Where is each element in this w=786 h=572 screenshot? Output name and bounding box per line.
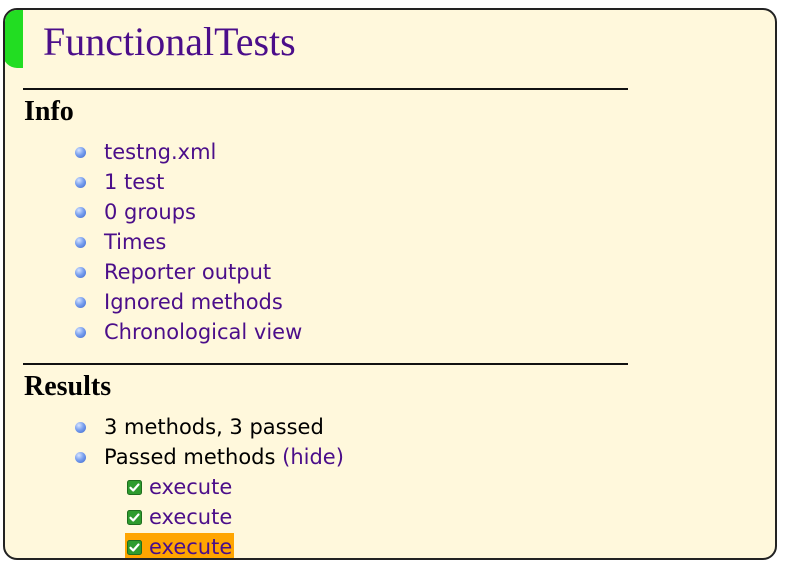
results-summary: 3 methods, 3 passed: [104, 415, 324, 439]
info-item-groups: 0 groups: [5, 197, 302, 227]
chronological-view-link[interactable]: Chronological view: [104, 320, 302, 344]
info-heading: Info: [24, 96, 74, 127]
passed-methods-item: Passed methods (hide): [5, 442, 344, 472]
checkbox-checked-icon: [127, 540, 142, 555]
groups-link[interactable]: 0 groups: [104, 200, 196, 224]
method-row: execute: [5, 472, 234, 502]
testng-xml-link[interactable]: testng.xml: [104, 140, 216, 164]
method-row: execute: [5, 532, 235, 558]
hide-passed-link[interactable]: (hide): [282, 445, 344, 469]
results-list: 3 methods, 3 passed Passed methods (hide…: [5, 412, 344, 472]
info-item-testng-xml: testng.xml: [5, 137, 302, 167]
method-link[interactable]: execute: [149, 535, 232, 558]
bullet-icon: [75, 147, 86, 158]
tests-link[interactable]: 1 test: [104, 170, 164, 194]
info-item-reporter-output: Reporter output: [5, 257, 302, 287]
info-item-chronological-view: Chronological view: [5, 317, 302, 347]
divider-info: [23, 88, 628, 90]
suite-status-bar: [5, 10, 23, 68]
method-item[interactable]: execute: [125, 503, 234, 531]
bullet-icon: [75, 422, 86, 433]
info-list: testng.xml 1 test 0 groups Times Reporte…: [5, 137, 302, 347]
bullet-icon: [75, 267, 86, 278]
reporter-output-link[interactable]: Reporter output: [104, 260, 271, 284]
checkbox-checked-icon: [127, 510, 142, 525]
info-item-ignored-methods: Ignored methods: [5, 287, 302, 317]
passed-methods-label: Passed methods: [104, 445, 276, 469]
passed-methods-list: execute execute execute: [5, 472, 235, 558]
divider-results: [23, 363, 628, 365]
method-item[interactable]: execute: [125, 473, 234, 501]
suite-title: FunctionalTests: [43, 19, 296, 64]
bullet-icon: [75, 452, 86, 463]
info-item-times: Times: [5, 227, 302, 257]
method-item-selected[interactable]: execute: [125, 533, 235, 558]
times-link[interactable]: Times: [104, 230, 166, 254]
bullet-icon: [75, 327, 86, 338]
info-item-tests: 1 test: [5, 167, 302, 197]
results-summary-item: 3 methods, 3 passed: [5, 412, 344, 442]
suite-panel: FunctionalTests Info testng.xml 1 test 0…: [3, 8, 777, 560]
bullet-icon: [75, 177, 86, 188]
checkbox-checked-icon: [127, 480, 142, 495]
method-link[interactable]: execute: [149, 505, 232, 529]
ignored-methods-link[interactable]: Ignored methods: [104, 290, 283, 314]
bullet-icon: [75, 297, 86, 308]
method-row: execute: [5, 502, 234, 532]
method-link[interactable]: execute: [149, 475, 232, 499]
bullet-icon: [75, 237, 86, 248]
results-heading: Results: [24, 371, 112, 402]
bullet-icon: [75, 207, 86, 218]
